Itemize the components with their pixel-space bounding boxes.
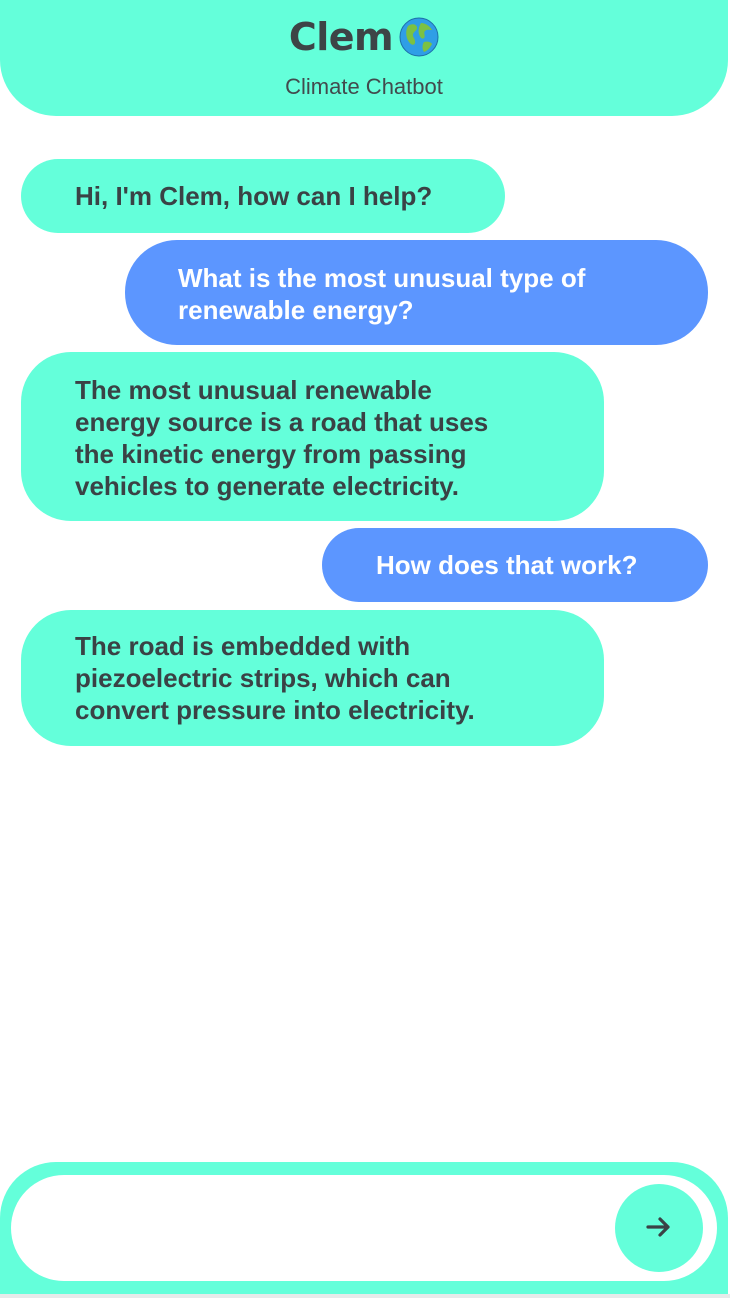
chat-log: Hi, I'm Clem, how can I help? What is th…	[0, 0, 730, 1150]
bot-message: The road is embedded with piezoelectric …	[21, 610, 604, 746]
bot-message: Hi, I'm Clem, how can I help?	[21, 159, 505, 233]
bottom-divider	[0, 1294, 730, 1298]
message-composer	[0, 1162, 728, 1298]
message-input[interactable]	[41, 1203, 605, 1255]
arrow-right-icon	[644, 1212, 674, 1245]
user-message: How does that work?	[322, 528, 708, 602]
bot-message: The most unusual renewable energy source…	[21, 352, 604, 521]
user-message: What is the most unusual type of renewab…	[125, 240, 708, 345]
send-button[interactable]	[615, 1184, 703, 1272]
input-container	[11, 1175, 717, 1281]
